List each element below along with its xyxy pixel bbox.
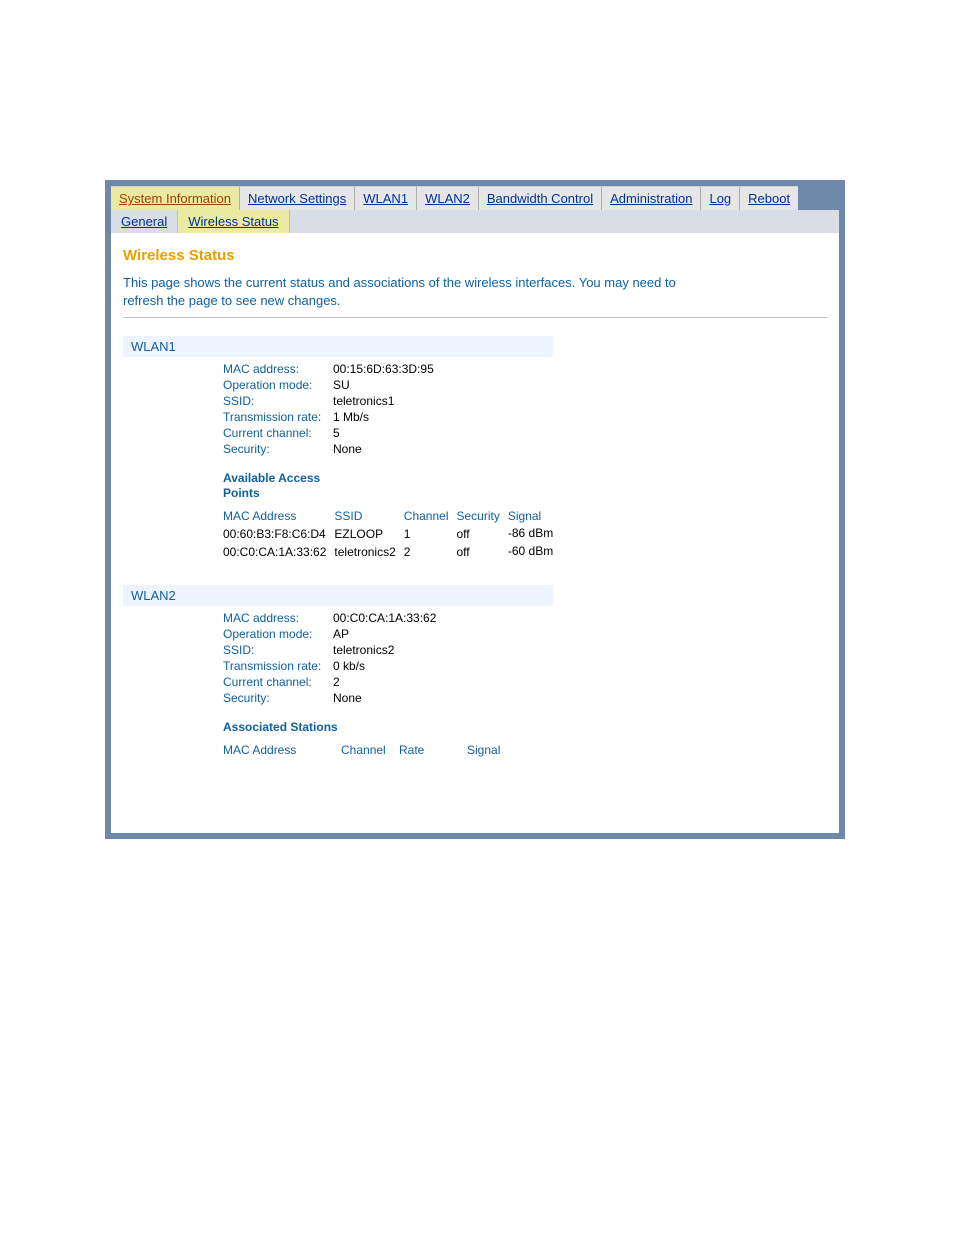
wlan2-assoc-table: MAC Address Channel Rate Signal [223,741,525,759]
wlan2-body: MAC address: 00:C0:CA:1A:33:62 Operation… [223,610,553,759]
col-signal: Signal [508,507,561,525]
wlan1-ap-title: Available Access Points [223,471,353,501]
col-rate: Rate [399,741,467,759]
wlan1-section: WLAN1 MAC address: 00:15:6D:63:3D:95 Ope… [123,336,553,561]
wlan1-channel-row: Current channel: 5 [223,425,553,441]
wlan2-rate-value: 0 kb/s [333,659,365,673]
tab-network-settings[interactable]: Network Settings [239,186,354,210]
tab-wlan2[interactable]: WLAN2 [416,186,478,210]
label-ssid: SSID: [223,643,333,657]
table-row: 00:60:B3:F8:C6:D4 EZLOOP 1 off -86 dBm [223,525,561,543]
wlan2-rate-row: Transmission rate: 0 kb/s [223,658,553,674]
col-channel: Channel [341,741,399,759]
col-channel: Channel [404,507,457,525]
tab-bandwidth-control[interactable]: Bandwidth Control [478,186,601,210]
ap2-channel: 2 [404,543,457,561]
wlan1-rate-row: Transmission rate: 1 Mb/s [223,409,553,425]
wlan1-header: WLAN1 [123,336,553,357]
app-frame: System Information Network Settings WLAN… [105,180,845,839]
label-mode: Operation mode: [223,627,333,641]
ap2-security: off [456,543,507,561]
wlan2-channel-row: Current channel: 2 [223,674,553,690]
label-mac: MAC address: [223,611,333,625]
col-security: Security [456,507,507,525]
label-mode: Operation mode: [223,378,333,392]
wlan1-rate-value: 1 Mb/s [333,410,369,424]
ap1-channel: 1 [404,525,457,543]
page-root: System Information Network Settings WLAN… [0,0,954,1235]
content-area: Wireless Status This page shows the curr… [111,233,839,833]
ap1-ssid: EZLOOP [334,525,403,543]
col-mac: MAC Address [223,741,341,759]
tab-reboot[interactable]: Reboot [739,186,798,210]
wlan1-security-value: None [333,442,362,456]
ap2-mac: 00:C0:CA:1A:33:62 [223,543,334,561]
ap1-security: off [456,525,507,543]
tab-wlan1[interactable]: WLAN1 [354,186,416,210]
top-tab-bar: System Information Network Settings WLAN… [111,186,839,210]
wlan1-ssid-value: teletronics1 [333,394,394,408]
page-title: Wireless Status [123,247,827,264]
wlan2-channel-value: 2 [333,675,340,689]
ap2-ssid: teletronics2 [334,543,403,561]
wlan1-channel-value: 5 [333,426,340,440]
label-security: Security: [223,691,333,705]
wlan1-ap-table: MAC Address SSID Channel Security Signal… [223,507,561,561]
label-channel: Current channel: [223,675,333,689]
wlan1-mac-value: 00:15:6D:63:3D:95 [333,362,434,376]
wlan1-security-row: Security: None [223,441,553,457]
col-mac: MAC Address [223,507,334,525]
subtab-wireless-status[interactable]: Wireless Status [178,210,289,233]
wlan1-mode-value: SU [333,378,350,392]
wlan2-mac-row: MAC address: 00:C0:CA:1A:33:62 [223,610,553,626]
label-channel: Current channel: [223,426,333,440]
wlan2-header: WLAN2 [123,585,553,606]
ap1-mac: 00:60:B3:F8:C6:D4 [223,525,334,543]
wlan2-assoc-header-row: MAC Address Channel Rate Signal [223,741,525,759]
wlan1-ap-header-row: MAC Address SSID Channel Security Signal [223,507,561,525]
label-security: Security: [223,442,333,456]
ap2-signal: -60 dBm [508,543,561,561]
sub-tab-bar: General Wireless Status [111,210,839,233]
wlan2-assoc-title: Associated Stations [223,720,353,735]
wlan1-mac-row: MAC address: 00:15:6D:63:3D:95 [223,361,553,377]
col-ssid: SSID [334,507,403,525]
label-rate: Transmission rate: [223,410,333,424]
wlan2-mode-row: Operation mode: AP [223,626,553,642]
wlan1-ssid-row: SSID: teletronics1 [223,393,553,409]
col-signal: Signal [467,741,525,759]
wlan2-security-value: None [333,691,362,705]
ap1-signal: -86 dBm [508,525,561,543]
wlan1-mode-row: Operation mode: SU [223,377,553,393]
label-rate: Transmission rate: [223,659,333,673]
wlan2-mode-value: AP [333,627,349,641]
wlan2-security-row: Security: None [223,690,553,706]
tab-administration[interactable]: Administration [601,186,700,210]
tab-system-information[interactable]: System Information [111,186,239,210]
divider [123,317,827,318]
table-row: 00:C0:CA:1A:33:62 teletronics2 2 off -60… [223,543,561,561]
wlan2-ssid-value: teletronics2 [333,643,394,657]
wlan1-body: MAC address: 00:15:6D:63:3D:95 Operation… [223,361,553,561]
wlan2-ssid-row: SSID: teletronics2 [223,642,553,658]
label-mac: MAC address: [223,362,333,376]
subtab-general[interactable]: General [111,210,178,233]
wlan2-mac-value: 00:C0:CA:1A:33:62 [333,611,436,625]
page-description: This page shows the current status and a… [123,274,683,309]
wlan2-section: WLAN2 MAC address: 00:C0:CA:1A:33:62 Ope… [123,585,553,759]
label-ssid: SSID: [223,394,333,408]
tab-log[interactable]: Log [700,186,739,210]
